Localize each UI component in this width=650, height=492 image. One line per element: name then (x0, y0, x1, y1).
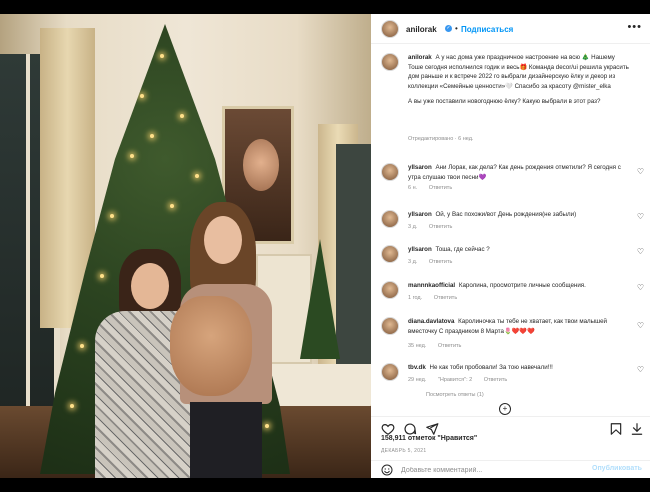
comment-meta: 29 нед. "Нравится": 2 Ответить (408, 377, 517, 383)
follow-button[interactable]: Подписаться (461, 25, 513, 34)
share-icon[interactable] (425, 422, 439, 436)
comment-time[interactable]: 29 нед. (408, 377, 426, 383)
caption-meta: Отредактировано · 6 нед. (408, 136, 474, 142)
comment-time[interactable]: 3 д. (408, 224, 417, 230)
emoji-icon[interactable] (381, 464, 393, 476)
commenter-username[interactable]: mannnkaofficial (408, 282, 455, 289)
post-modal: anilorak ✓ • Подписаться ••• anilorak А … (0, 0, 650, 492)
commenter-username[interactable]: yllsaron (408, 164, 432, 171)
comment-time[interactable]: 1 год. (408, 295, 422, 301)
heart-icon[interactable] (381, 422, 395, 436)
comment-meta: 6 н. Ответить (408, 185, 462, 191)
commenter-username[interactable]: yllsaron (408, 211, 432, 218)
photo-dog (170, 296, 252, 396)
comment-meta: 1 год. Ответить (408, 295, 467, 301)
commenter-username[interactable]: tbv.dk (408, 364, 426, 371)
comment-text: Ани Лорак, как дела? Как день рождения о… (408, 164, 621, 181)
view-replies-link[interactable]: Посмотреть ответы (1) (426, 392, 484, 398)
caption-text: А у нас дома уже праздничное настроение … (408, 54, 629, 90)
verified-badge-icon: ✓ (445, 25, 452, 32)
post-date: ДЕКАБРЬ 5, 2021 (381, 448, 427, 454)
reply-button[interactable]: Ответить (434, 295, 458, 301)
reply-button[interactable]: Ответить (429, 185, 453, 191)
commenter-avatar[interactable] (381, 281, 399, 299)
commenter-avatar[interactable] (381, 210, 399, 228)
comment-input[interactable] (401, 463, 581, 477)
commenter-avatar[interactable] (381, 363, 399, 381)
post-actions (371, 416, 650, 436)
caption-question: А вы уже поставили новогоднюю ёлку? Каку… (408, 98, 601, 105)
caption-body: anilorak А у нас дома уже праздничное на… (408, 53, 630, 107)
heart-icon[interactable]: ♡ (637, 283, 644, 292)
download-icon[interactable] (630, 422, 644, 436)
comment-text: Ой, у Вас похожи/вот День рождения(не за… (435, 211, 577, 218)
commenter-avatar[interactable] (381, 245, 399, 263)
heart-icon[interactable]: ♡ (637, 247, 644, 256)
comment-time[interactable]: 35 нед. (408, 343, 426, 349)
heart-icon[interactable]: ♡ (637, 365, 644, 374)
more-options-icon[interactable]: ••• (627, 21, 642, 33)
comment-likes[interactable]: "Нравится": 2 (438, 377, 472, 383)
publish-button[interactable]: Опубликовать (592, 465, 642, 472)
load-more-comments-icon[interactable]: + (499, 403, 511, 415)
author-avatar[interactable] (381, 20, 399, 38)
comment-text: Тоша, где сейчас ? (435, 246, 490, 253)
comment-meta: 3 д. Ответить (408, 259, 462, 265)
caption-username[interactable]: anilorak (408, 54, 432, 61)
comment-text: Каролина, просмотрите личные сообщения. (458, 282, 586, 289)
commenter-username[interactable]: yllsaron (408, 246, 432, 253)
header-separator: • (455, 24, 458, 33)
commenter-username[interactable]: diana.davlatova (408, 318, 454, 325)
reply-button[interactable]: Ответить (429, 224, 453, 230)
reply-button[interactable]: Ответить (429, 259, 453, 265)
comment-time[interactable]: 3 д. (408, 259, 417, 265)
bookmark-icon[interactable] (609, 422, 623, 436)
heart-icon[interactable]: ♡ (637, 321, 644, 330)
reply-button[interactable]: Ответить (484, 377, 508, 383)
comment-composer: Опубликовать (371, 460, 650, 478)
comments-list[interactable]: anilorak А у нас дома уже праздничное на… (371, 45, 650, 415)
photo-door (336, 144, 371, 394)
post-header: anilorak ✓ • Подписаться ••• (371, 14, 650, 44)
post-photo[interactable] (0, 14, 371, 478)
comment-text: Не как тоби пробовали! За тою навечали!!… (429, 364, 553, 371)
heart-icon[interactable]: ♡ (637, 167, 644, 176)
comment-meta: 35 нед. Ответить (408, 343, 471, 349)
post-side-panel: anilorak ✓ • Подписаться ••• anilorak А … (371, 14, 650, 478)
likes-count[interactable]: 158,911 отметок "Нравится" (381, 435, 477, 442)
comment-meta: 3 д. Ответить (408, 224, 462, 230)
comment-time[interactable]: 6 н. (408, 185, 417, 191)
caption-avatar[interactable] (381, 53, 399, 71)
heart-icon[interactable]: ♡ (637, 212, 644, 221)
commenter-avatar[interactable] (381, 163, 399, 181)
commenter-avatar[interactable] (381, 317, 399, 335)
author-username[interactable]: anilorak (406, 25, 437, 34)
comment-icon[interactable] (403, 422, 417, 436)
reply-button[interactable]: Ответить (438, 343, 462, 349)
